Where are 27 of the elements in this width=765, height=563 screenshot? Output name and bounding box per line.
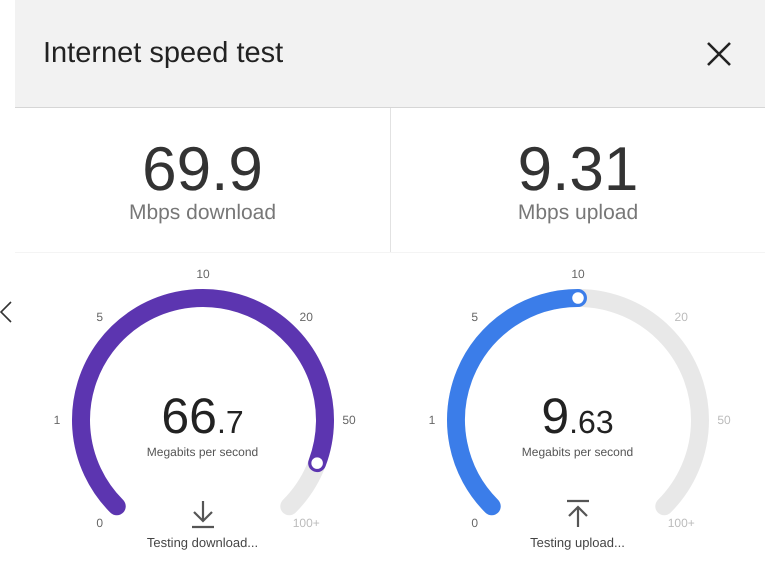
- unit-label: Megabits per second: [146, 445, 258, 459]
- tick-label: 10: [570, 267, 584, 281]
- result-label: Mbps upload: [518, 201, 638, 225]
- tick-label: 50: [342, 413, 356, 427]
- tick-label: 50: [716, 413, 730, 427]
- status-text: Testing download...: [146, 535, 258, 550]
- tick-label: 20: [299, 310, 312, 324]
- window-title: Internet speed test: [43, 37, 284, 70]
- tick-label: 100+: [667, 516, 694, 530]
- result-value: 9.31: [518, 139, 638, 201]
- tick-label: 0: [96, 516, 103, 530]
- download-icon: [190, 499, 216, 529]
- tick-label: 5: [96, 310, 103, 324]
- tick-label: 0: [470, 516, 478, 530]
- tick-label: 20: [674, 310, 688, 324]
- tick-label: 100+: [292, 516, 320, 530]
- upload-icon: [564, 499, 590, 529]
- status-text: Testing upload...: [530, 535, 625, 550]
- speed-value: 9.63: [541, 391, 614, 441]
- tick-label: 1: [428, 413, 435, 427]
- tick-label: 1: [53, 413, 60, 427]
- tick-label: 10: [196, 267, 210, 281]
- result-value: 69.9: [142, 139, 263, 201]
- unit-label: Megabits per second: [522, 445, 634, 459]
- tick-label: 5: [470, 310, 478, 324]
- speed-value: 66.7: [161, 391, 244, 441]
- result-label: Mbps download: [128, 201, 276, 225]
